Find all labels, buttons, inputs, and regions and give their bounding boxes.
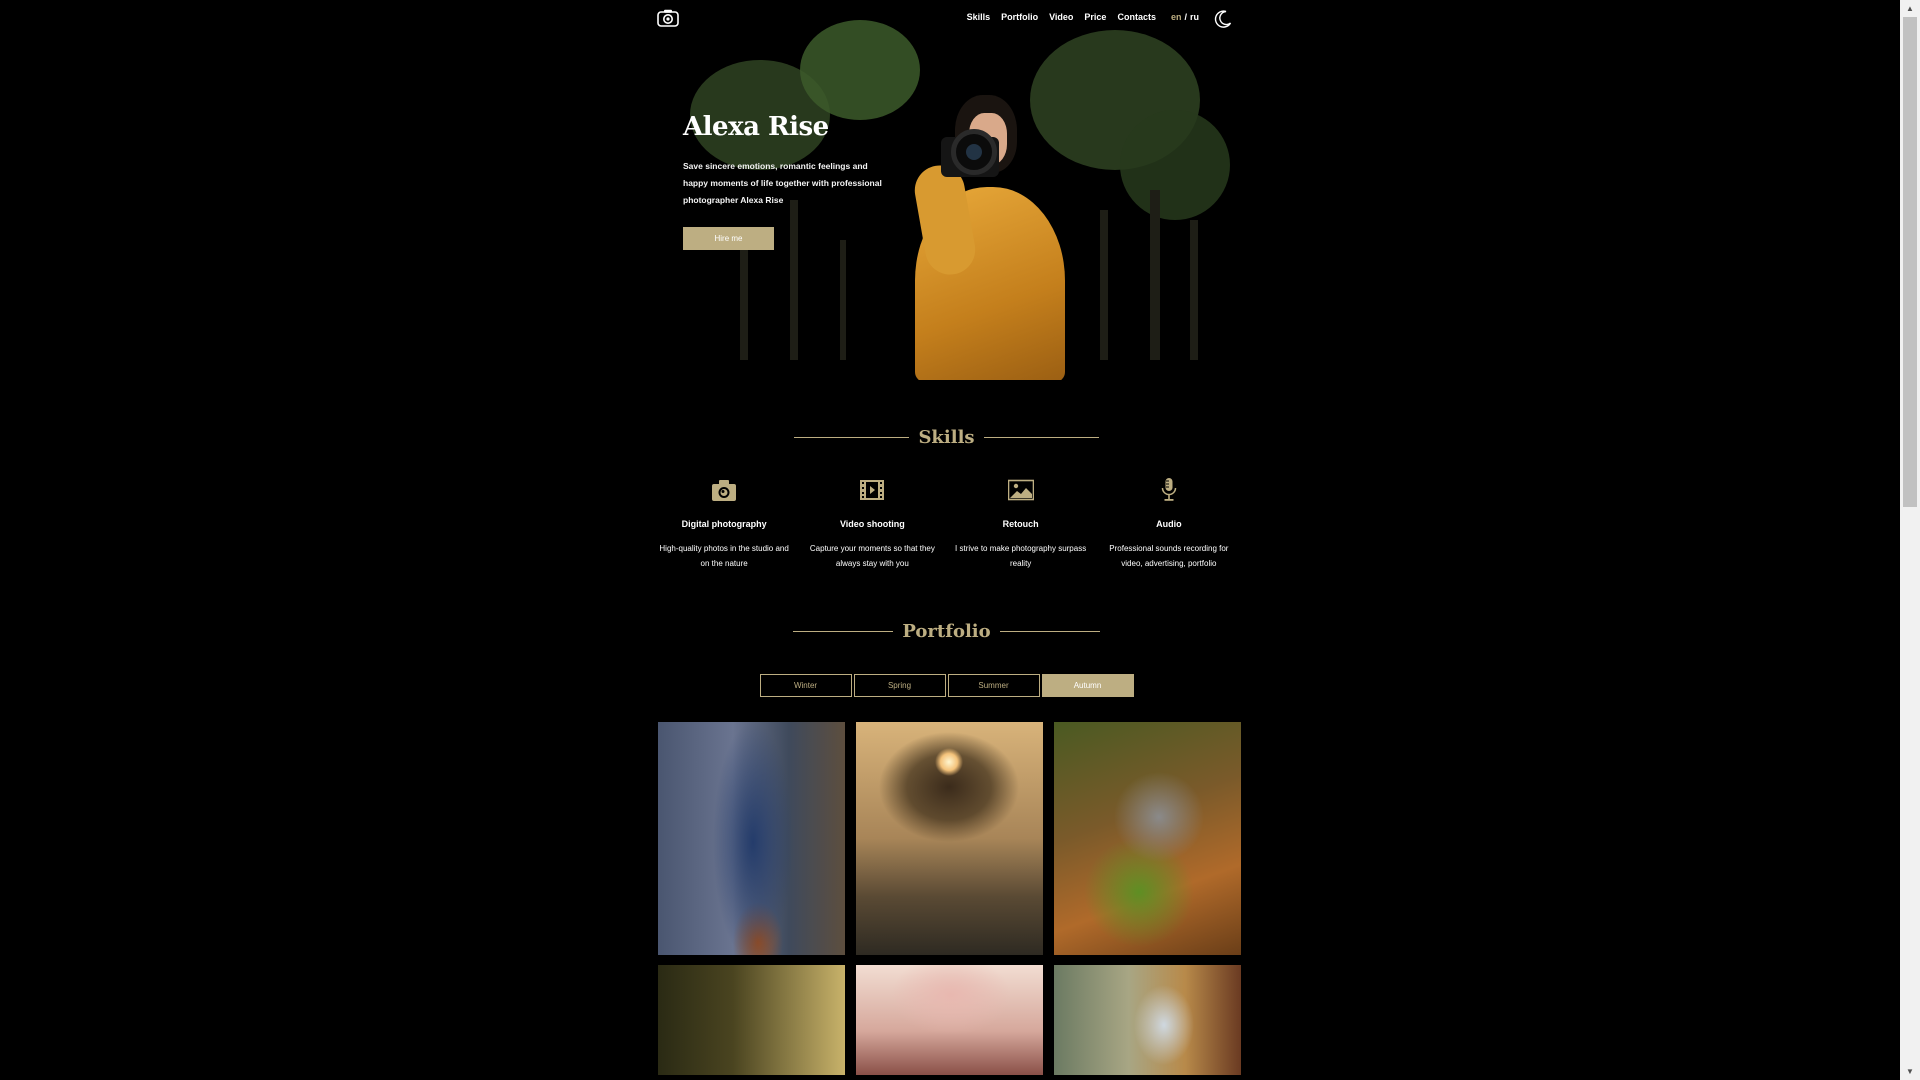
title-line-right bbox=[999, 630, 1100, 632]
nav-link-portfolio[interactable]: Portfolio bbox=[1001, 12, 1038, 22]
skill-description: Professional sounds recording for video,… bbox=[1109, 544, 1229, 568]
skill-description: Capture your moments so that they always… bbox=[809, 544, 935, 568]
portfolio-gallery bbox=[650, 722, 1243, 1075]
skill-name: Retouch bbox=[1002, 519, 1039, 529]
lang-separator: / bbox=[1184, 12, 1187, 22]
title-line-right bbox=[983, 436, 1099, 438]
season-tabs: Winter Spring Summer Autumn bbox=[650, 674, 1243, 697]
picture-icon bbox=[1007, 477, 1034, 503]
page-scrollbar[interactable]: ▲ ▼ bbox=[1900, 0, 1920, 1080]
top-nav: Skills Portfolio Video Price Contacts en… bbox=[650, 0, 1243, 38]
skill-item: Audio Professional sounds recording for … bbox=[1095, 477, 1243, 571]
skill-name: Video shooting bbox=[839, 519, 905, 529]
skills-title: Skills bbox=[918, 426, 975, 448]
lang-en-button[interactable]: en bbox=[1171, 12, 1182, 22]
skill-name: Digital photography bbox=[681, 519, 767, 529]
nav-link-contacts[interactable]: Contacts bbox=[1117, 12, 1156, 22]
camera-icon bbox=[711, 477, 737, 503]
portfolio-photo-tree-sunrise[interactable] bbox=[856, 722, 1043, 955]
microphone-icon bbox=[1156, 477, 1182, 503]
language-switch: en / ru bbox=[1171, 12, 1199, 22]
portfolio-photo-forest[interactable] bbox=[658, 965, 845, 1075]
nav-link-skills[interactable]: Skills bbox=[967, 12, 991, 22]
moon-icon[interactable] bbox=[1213, 9, 1233, 29]
portfolio-title: Portfolio bbox=[902, 620, 991, 642]
scroll-down-icon[interactable]: ▼ bbox=[1900, 1063, 1920, 1080]
skill-description: High-quality photos in the studio and on… bbox=[659, 544, 789, 568]
tab-summer[interactable]: Summer bbox=[947, 674, 1040, 697]
lang-ru-button[interactable]: ru bbox=[1190, 12, 1199, 22]
portfolio-photo-child[interactable] bbox=[1054, 722, 1241, 955]
skill-description: I strive to make photography surpass rea… bbox=[955, 544, 1087, 568]
skill-item: Retouch I strive to make photography sur… bbox=[947, 477, 1095, 571]
camera-logo-icon[interactable] bbox=[657, 9, 679, 27]
nav-link-price[interactable]: Price bbox=[1084, 12, 1106, 22]
skills-list: Digital photography High-quality photos … bbox=[650, 477, 1243, 571]
tab-winter[interactable]: Winter bbox=[759, 674, 852, 697]
portfolio-heading: Portfolio bbox=[650, 611, 1243, 651]
portfolio-photo-phone[interactable] bbox=[1054, 965, 1241, 1075]
skill-name: Audio bbox=[1156, 519, 1182, 529]
scroll-up-icon[interactable]: ▲ bbox=[1900, 0, 1920, 17]
skill-item: Video shooting Capture your moments so t… bbox=[798, 477, 946, 571]
portfolio-photo-flowers[interactable] bbox=[856, 965, 1043, 1075]
film-icon bbox=[859, 477, 885, 503]
nav-link-video[interactable]: Video bbox=[1049, 12, 1073, 22]
skill-item: Digital photography High-quality photos … bbox=[650, 477, 798, 571]
page: Skills Portfolio Video Price Contacts en… bbox=[650, 0, 1243, 1075]
nav-links: Skills Portfolio Video Price Contacts en… bbox=[967, 12, 1199, 22]
scrollbar-thumb[interactable] bbox=[1903, 17, 1917, 507]
title-line-left bbox=[793, 630, 894, 632]
hire-me-button[interactable]: Hire me bbox=[683, 227, 774, 250]
hero-content: Alexa Rise Save sincere emotions, romant… bbox=[683, 112, 883, 250]
tab-autumn[interactable]: Autumn bbox=[1041, 674, 1134, 697]
portfolio-photo-couple[interactable] bbox=[658, 722, 845, 955]
hero-title: Alexa Rise bbox=[683, 112, 829, 142]
title-line-left bbox=[794, 436, 910, 438]
hero-description: Save sincere emotions, romantic feelings… bbox=[683, 161, 882, 205]
hero-section: Skills Portfolio Video Price Contacts en… bbox=[650, 0, 1243, 380]
photographer-image bbox=[905, 95, 1075, 380]
skills-heading: Skills bbox=[650, 417, 1243, 457]
tab-spring[interactable]: Spring bbox=[853, 674, 946, 697]
